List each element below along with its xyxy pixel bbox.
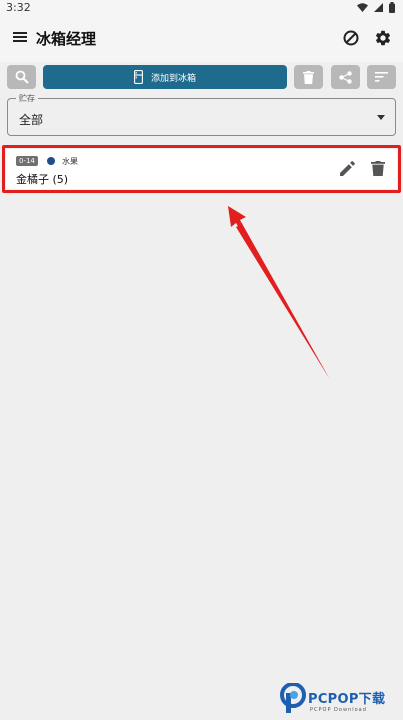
add-to-fridge-label: 添加到冰箱 <box>150 73 196 84</box>
battery-icon <box>389 2 395 13</box>
signal-icon <box>374 3 383 12</box>
add-to-fridge-button[interactable]: 添加到冰箱 <box>43 65 287 89</box>
search-button[interactable] <box>7 65 36 89</box>
sort-icon <box>375 72 388 82</box>
wifi-icon <box>357 3 368 12</box>
share-button[interactable] <box>331 65 360 89</box>
app-title: 冰箱经理 <box>36 30 97 48</box>
watermark-brand: PCPOP下载 <box>308 692 386 707</box>
storage-select-label: 贮存 <box>16 93 38 104</box>
storage-select-value: 全部 <box>19 113 44 127</box>
toolbar: 添加到冰箱 <box>0 62 403 94</box>
status-time: 3:32 <box>6 1 31 14</box>
fridge-icon <box>134 70 143 84</box>
pcpop-logo-icon <box>280 683 306 713</box>
block-icon[interactable] <box>342 29 360 47</box>
search-icon <box>15 70 29 84</box>
highlight-annotation-box <box>2 145 401 193</box>
sort-button[interactable] <box>367 65 396 89</box>
storage-select[interactable]: 贮存 全部 <box>7 93 396 136</box>
gear-icon[interactable] <box>374 29 392 47</box>
watermark: PCPOP下载 PCPOP Download <box>280 683 400 717</box>
watermark-sub: PCPOP Download <box>310 707 367 713</box>
menu-icon[interactable] <box>12 29 28 45</box>
app-bar: 冰箱经理 <box>0 16 403 62</box>
delete-button[interactable] <box>294 65 323 89</box>
trash-icon <box>303 70 314 84</box>
status-icons <box>357 2 395 13</box>
share-icon <box>339 70 352 84</box>
dropdown-arrow-icon <box>377 115 385 120</box>
status-bar: 3:32 <box>0 0 403 16</box>
